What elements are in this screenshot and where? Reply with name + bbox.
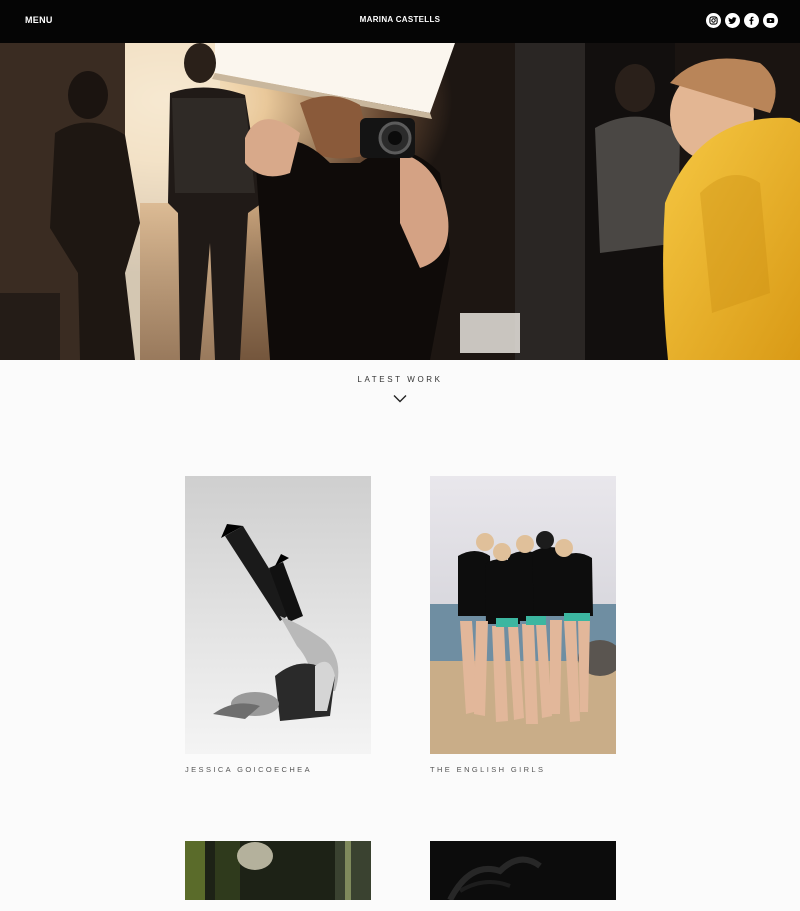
menu-button[interactable]: MENU [25,15,53,25]
facebook-icon[interactable] [744,13,759,28]
portfolio-caption[interactable]: THE ENGLISH GIRLS [430,765,616,774]
twitter-icon[interactable] [725,13,740,28]
portfolio-item[interactable] [430,841,616,911]
youtube-icon[interactable] [763,13,778,28]
chevron-down-icon[interactable] [393,390,407,408]
portfolio-thumbnail[interactable] [185,476,371,754]
portfolio-thumbnail[interactable] [430,841,616,900]
portfolio-caption[interactable]: JESSICA GOICOECHEA [185,765,371,774]
portfolio-item[interactable]: JESSICA GOICOECHEA [185,476,371,774]
latest-work-heading: LATEST WORK [357,375,443,384]
instagram-icon[interactable] [706,13,721,28]
top-nav-bar: MENU MARINA CASTELLS [0,0,800,43]
portfolio-item[interactable] [185,841,371,911]
hero-image [0,43,800,360]
portfolio-item[interactable]: THE ENGLISH GIRLS [430,476,616,774]
portfolio-thumbnail[interactable] [430,476,616,754]
social-links [706,13,778,28]
site-title[interactable]: MARINA CASTELLS [300,15,500,24]
portfolio-thumbnail[interactable] [185,841,371,900]
